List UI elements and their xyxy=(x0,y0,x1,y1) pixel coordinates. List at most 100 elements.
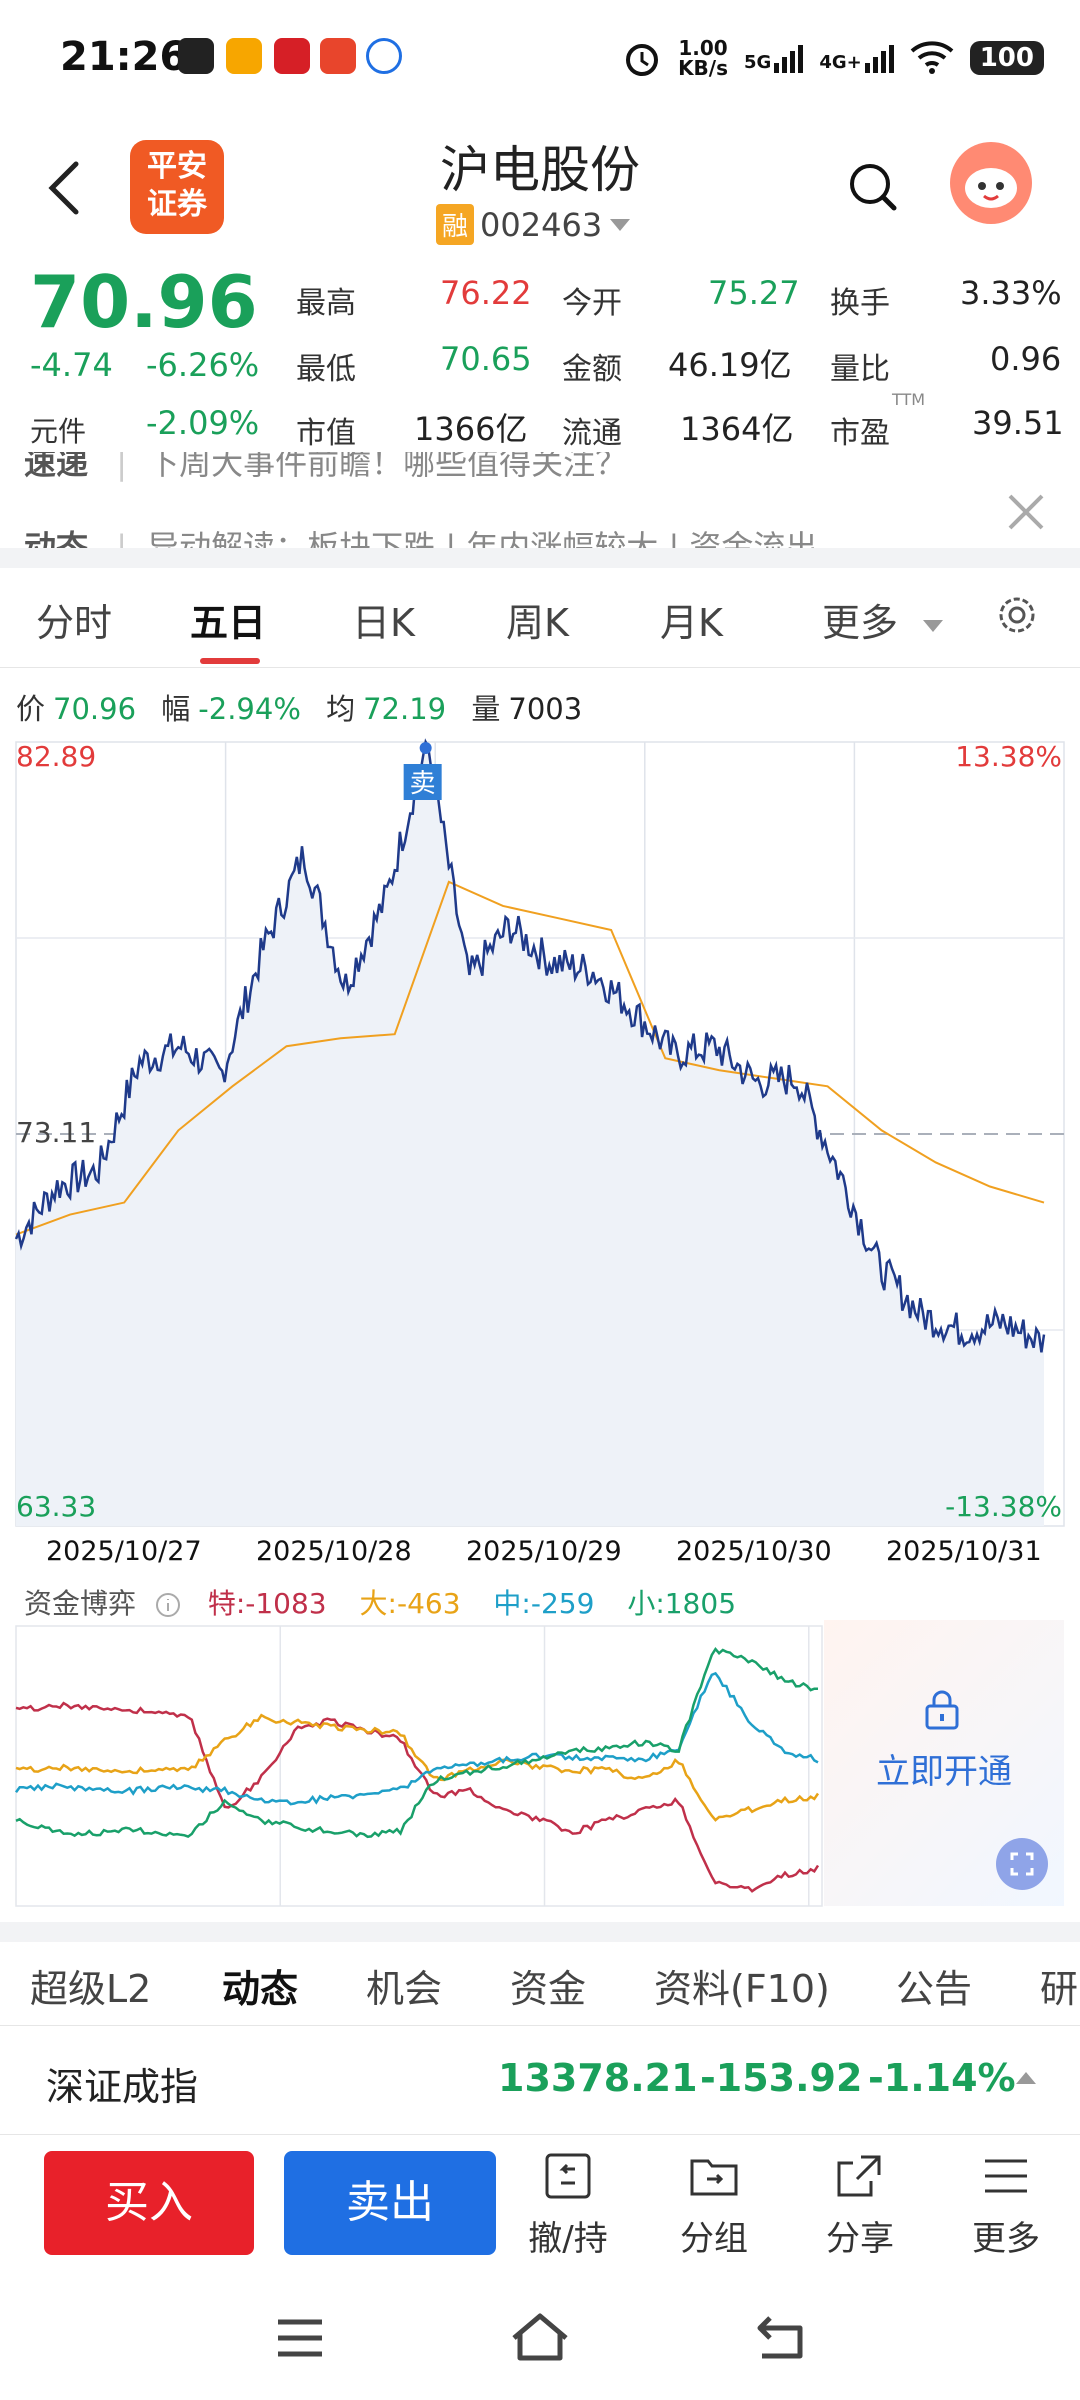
tab-daily-k[interactable]: 日K xyxy=(352,592,415,647)
cancel-hold-label: 撤/持 xyxy=(528,2219,608,2259)
pct-axis-bottom-label: -13.38% xyxy=(945,1490,1062,1523)
fund-flow-chart[interactable] xyxy=(0,1620,830,1910)
index-name: 深证成指 xyxy=(46,2065,199,2109)
tab-f10[interactable]: 资料(F10) xyxy=(654,1958,830,2013)
home-icon[interactable] xyxy=(510,2312,570,2362)
stock-code: 002463 xyxy=(480,205,603,244)
app-icon-3 xyxy=(274,38,310,74)
fund-da: 大:-463 xyxy=(359,1587,461,1620)
close-icon[interactable] xyxy=(1004,490,1048,534)
net-speed-value: 1.00 xyxy=(678,36,728,60)
sell-button[interactable]: 卖出 xyxy=(284,2151,496,2255)
app-icon-2 xyxy=(226,38,262,74)
info-range-value: -2.94% xyxy=(198,692,301,726)
price-chart[interactable]: 卖 xyxy=(0,730,1080,1530)
info-avg-label: 均 xyxy=(326,692,356,726)
fund-frame xyxy=(15,1625,823,1907)
tab-five-day[interactable]: 五日 xyxy=(190,592,266,647)
app-icon-1 xyxy=(178,38,214,74)
search-icon[interactable] xyxy=(846,160,900,214)
sector-label: 元件 xyxy=(30,415,87,448)
fund-flow-header: 资金博弈 特:-1083 大:-463 中:-259 小:1805 xyxy=(24,1582,736,1622)
share-button[interactable]: 分享 xyxy=(800,2149,920,2260)
app-icon-5 xyxy=(366,38,402,74)
float-value: 1364亿 xyxy=(680,410,794,448)
tab-dynamics[interactable]: 动态 xyxy=(222,1958,298,2013)
list-icon xyxy=(985,2159,1027,2193)
tab-opportunity[interactable]: 机会 xyxy=(366,1958,442,2013)
stock-code-selector[interactable]: 融 002463 xyxy=(436,204,632,245)
signal-1-label: 5G xyxy=(744,52,772,73)
tab-funds[interactable]: 资金 xyxy=(510,1958,586,2013)
news-tag-1: 速递 xyxy=(24,452,89,482)
pe-ttm-sup: TTM xyxy=(892,390,926,409)
cancel-hold-button[interactable]: 撤/持 xyxy=(508,2149,628,2260)
chevron-down-icon xyxy=(923,619,944,632)
tab-more[interactable]: 更多 xyxy=(822,592,944,647)
margin-badge: 融 xyxy=(436,204,475,245)
back-icon[interactable] xyxy=(756,2314,808,2360)
tab-announcements[interactable]: 公告 xyxy=(896,1958,972,2013)
system-nav-bar xyxy=(0,2274,1080,2400)
news-line-1[interactable]: 速递 | 下周大事件前瞻！哪些值得关注？ xyxy=(24,452,627,484)
price-area xyxy=(16,742,1044,1526)
tab-intraday[interactable]: 分时 xyxy=(36,592,112,647)
turnover-value: 3.33% xyxy=(960,274,1062,312)
date-label: 2025/10/30 xyxy=(676,1536,832,1567)
info-vol-value: 7003 xyxy=(508,692,583,726)
action-bar: 买入 卖出 撤/持 分组 分享 更多 xyxy=(0,2134,1080,2274)
vol-ratio-label: 量比 xyxy=(830,352,890,387)
index-change: -153.92 xyxy=(700,2056,863,2100)
tab-more-label: 更多 xyxy=(822,601,899,645)
date-label: 2025/10/28 xyxy=(256,1536,412,1567)
tab-super-l2[interactable]: 超级L2 xyxy=(30,1958,151,2013)
tab-weekly-k[interactable]: 周K xyxy=(506,592,569,647)
tab-monthly-k[interactable]: 月K xyxy=(660,592,723,647)
unlock-panel[interactable]: 立即开通 xyxy=(824,1620,1064,1906)
info-price-value: 70.96 xyxy=(53,692,137,726)
mktcap-label: 市值 xyxy=(296,416,356,451)
high-label: 最高 xyxy=(296,286,356,321)
battery-icon: 100 xyxy=(969,41,1044,75)
avatar[interactable] xyxy=(950,142,1032,224)
divider xyxy=(0,548,1080,568)
y-axis-bottom-label: 63.33 xyxy=(16,1490,97,1523)
date-label: 2025/10/31 xyxy=(886,1536,1042,1567)
buy-button[interactable]: 买入 xyxy=(44,2151,254,2255)
gear-icon[interactable] xyxy=(994,592,1040,638)
menu-icon[interactable] xyxy=(276,2318,324,2358)
news-ticker[interactable]: 速递 | 下周大事件前瞻！哪些值得关注？ 动态 | 异动解读：板块下跌 | 年内… xyxy=(0,452,1080,558)
expand-icon[interactable] xyxy=(996,1838,1048,1890)
info-range-label: 幅 xyxy=(161,692,191,726)
news-text-1: 下周大事件前瞻！哪些值得关注？ xyxy=(147,452,628,482)
unlock-button[interactable]: 立即开通 xyxy=(824,1744,1064,1793)
low-label: 最低 xyxy=(296,352,356,387)
group-label: 分组 xyxy=(680,2219,748,2259)
date-label: 2025/10/29 xyxy=(466,1536,622,1567)
tab-research[interactable]: 研 xyxy=(1040,1958,1078,2013)
chevron-down-icon xyxy=(610,218,631,231)
chart-info-line: 价 70.96 幅 -2.94% 均 72.19 量 7003 xyxy=(16,686,590,728)
info-price-label: 价 xyxy=(16,692,46,726)
price-change: -4.74 xyxy=(30,346,113,384)
caret-up-icon[interactable] xyxy=(1016,2072,1036,2084)
share-label: 分享 xyxy=(826,2219,894,2259)
group-button[interactable]: 分组 xyxy=(654,2149,774,2260)
amount-label: 金额 xyxy=(562,352,622,387)
app-icon-4 xyxy=(320,38,356,74)
mktcap-value: 1366亿 xyxy=(414,410,528,448)
more-button[interactable]: 更多 xyxy=(946,2149,1066,2260)
mascot-icon xyxy=(965,168,1017,208)
info-vol-label: 量 xyxy=(471,692,501,726)
sell-marker[interactable]: 卖 xyxy=(403,742,442,800)
wifi-icon xyxy=(910,41,954,74)
index-row[interactable]: 深证成指 13378.21 -153.92 -1.14% xyxy=(0,2030,1080,2130)
fund-zhong: 中:-259 xyxy=(493,1587,595,1620)
price-change-pct: -6.26% xyxy=(146,346,260,384)
info-icon[interactable] xyxy=(155,1592,181,1618)
more-label: 更多 xyxy=(972,2219,1040,2259)
fund-te: 特:-1083 xyxy=(207,1587,327,1620)
stock-name: 沪电股份 xyxy=(440,141,640,199)
net-speed: 1.00 KB/s xyxy=(678,38,728,78)
chart-tabs: 分时 五日 日K 周K 月K 更多 xyxy=(0,568,1080,668)
